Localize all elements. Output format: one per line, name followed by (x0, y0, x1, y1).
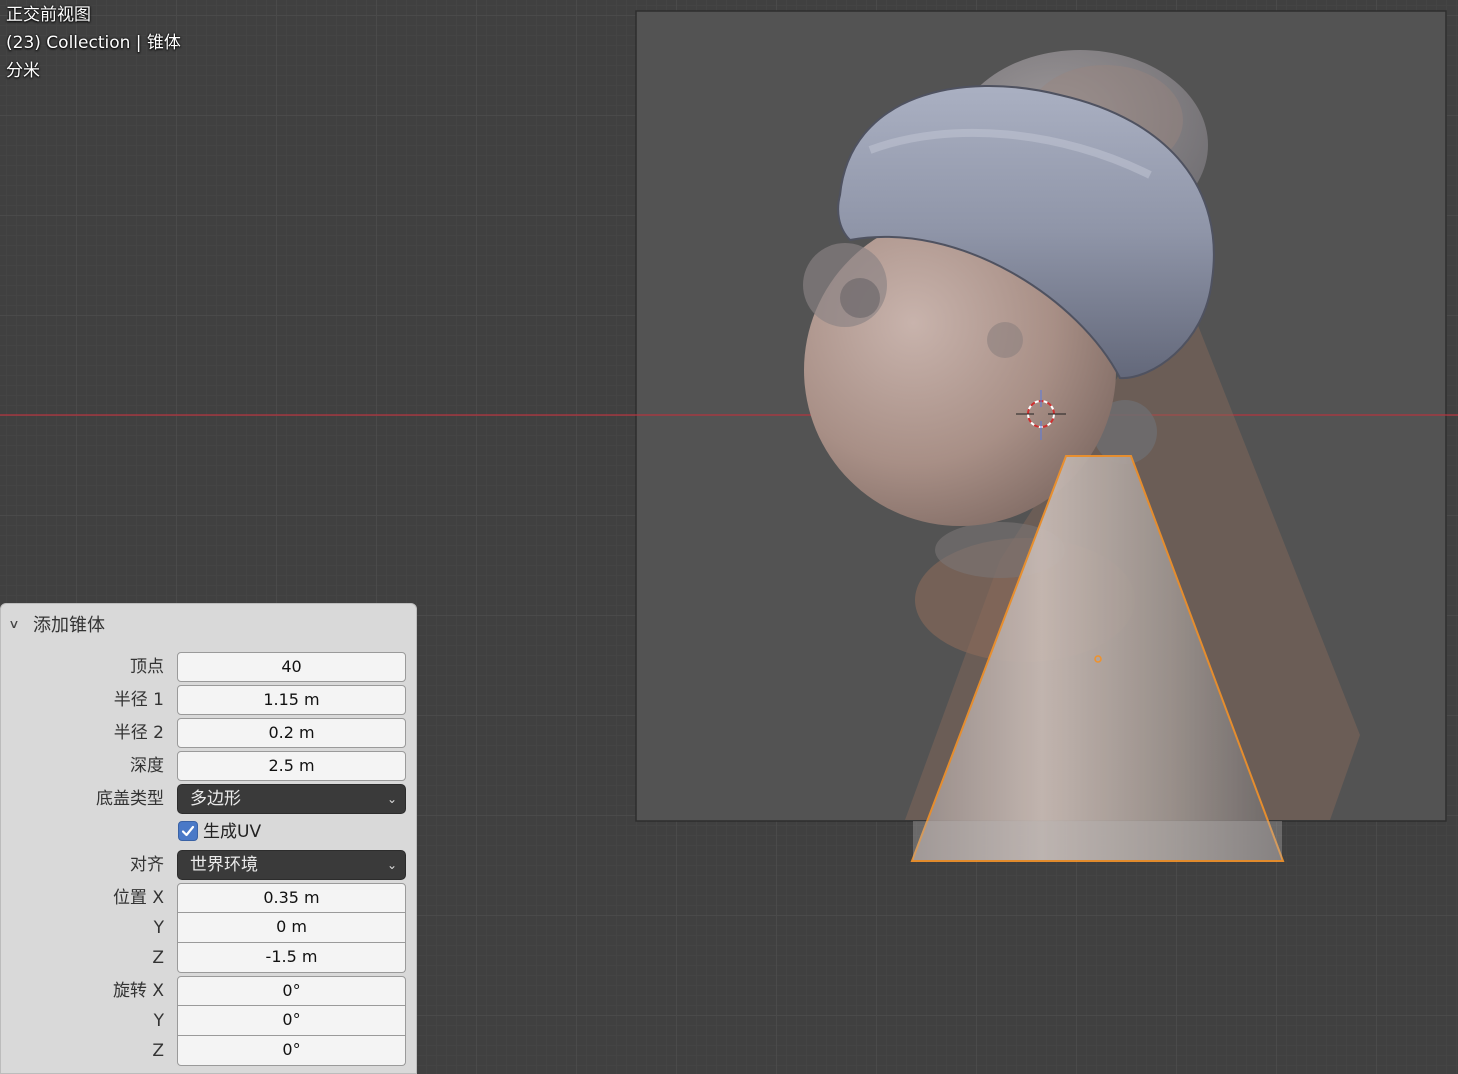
operator-panel-header[interactable]: ∨ 添加锥体 (8, 612, 105, 636)
rotation-y-label: Y (153, 1011, 164, 1031)
view-name-label: 正交前视图 (6, 5, 91, 25)
align-row: 对齐 世界环境 ⌄ (1, 850, 418, 880)
depth-row: 深度 2.5 m (1, 751, 418, 781)
base-fill-type-row: 底盖类型 多边形 ⌄ (1, 784, 418, 814)
location-y-row: Y 0 m (1, 913, 418, 943)
generate-uv-row: 生成UV (1, 817, 418, 847)
location-z-label: Z (152, 948, 164, 968)
base-fill-type-label: 底盖类型 (96, 789, 164, 809)
generate-uv-label: 生成UV (203, 822, 262, 842)
location-y-field[interactable]: 0 m (177, 913, 406, 943)
units-label: 分米 (6, 61, 40, 81)
rotation-z-field[interactable]: 0° (177, 1036, 406, 1066)
eye-shape (987, 322, 1023, 358)
cone-base-band (913, 821, 1282, 860)
radius2-label: 半径 2 (113, 723, 164, 743)
align-dropdown[interactable]: 世界环境 ⌄ (177, 850, 406, 880)
rotation-z-label: Z (152, 1041, 164, 1061)
align-label: 对齐 (130, 855, 164, 875)
rotation-y-field[interactable]: 0° (177, 1006, 406, 1036)
radius2-row: 半径 2 0.2 m (1, 718, 418, 748)
radius1-label: 半径 1 (113, 690, 164, 710)
checkmark-icon (181, 825, 195, 837)
eye-shape (840, 278, 880, 318)
depth-field[interactable]: 2.5 m (177, 751, 406, 781)
depth-label: 深度 (130, 756, 164, 776)
vertices-row: 顶点 40 (1, 652, 418, 682)
location-x-field[interactable]: 0.35 m (177, 883, 406, 913)
chevron-down-icon: ⌄ (386, 792, 397, 806)
generate-uv-checkbox[interactable] (178, 821, 198, 841)
location-x-row: 位置 X 0.35 m (1, 883, 418, 913)
radius1-row: 半径 1 1.15 m (1, 685, 418, 715)
vertices-label: 顶点 (130, 657, 164, 677)
radius1-field[interactable]: 1.15 m (177, 685, 406, 715)
rotation-y-row: Y 0° (1, 1006, 418, 1036)
operator-panel-title: 添加锥体 (33, 615, 105, 636)
vertices-field[interactable]: 40 (177, 652, 406, 682)
location-z-row: Z -1.5 m (1, 943, 418, 973)
location-z-field[interactable]: -1.5 m (177, 943, 406, 973)
base-fill-type-dropdown[interactable]: 多边形 ⌄ (177, 784, 406, 814)
radius2-field[interactable]: 0.2 m (177, 718, 406, 748)
rotation-x-label: 旋转 X (112, 981, 164, 1001)
base-fill-type-value: 多边形 (190, 789, 241, 809)
collection-info-label: (23) Collection | 锥体 (6, 33, 181, 53)
rotation-x-row: 旋转 X 0° (1, 976, 418, 1006)
chevron-down-icon: ⌄ (386, 858, 397, 872)
rotation-z-row: Z 0° (1, 1036, 418, 1066)
operator-panel: ∨ 添加锥体 顶点 40 半径 1 1.15 m 半径 2 0.2 m 深度 2… (0, 603, 417, 1074)
location-x-label: 位置 X (112, 888, 164, 908)
align-value: 世界环境 (190, 855, 258, 875)
rotation-x-field[interactable]: 0° (177, 976, 406, 1006)
location-y-label: Y (153, 918, 164, 938)
chevron-down-icon[interactable]: ∨ (8, 617, 31, 631)
